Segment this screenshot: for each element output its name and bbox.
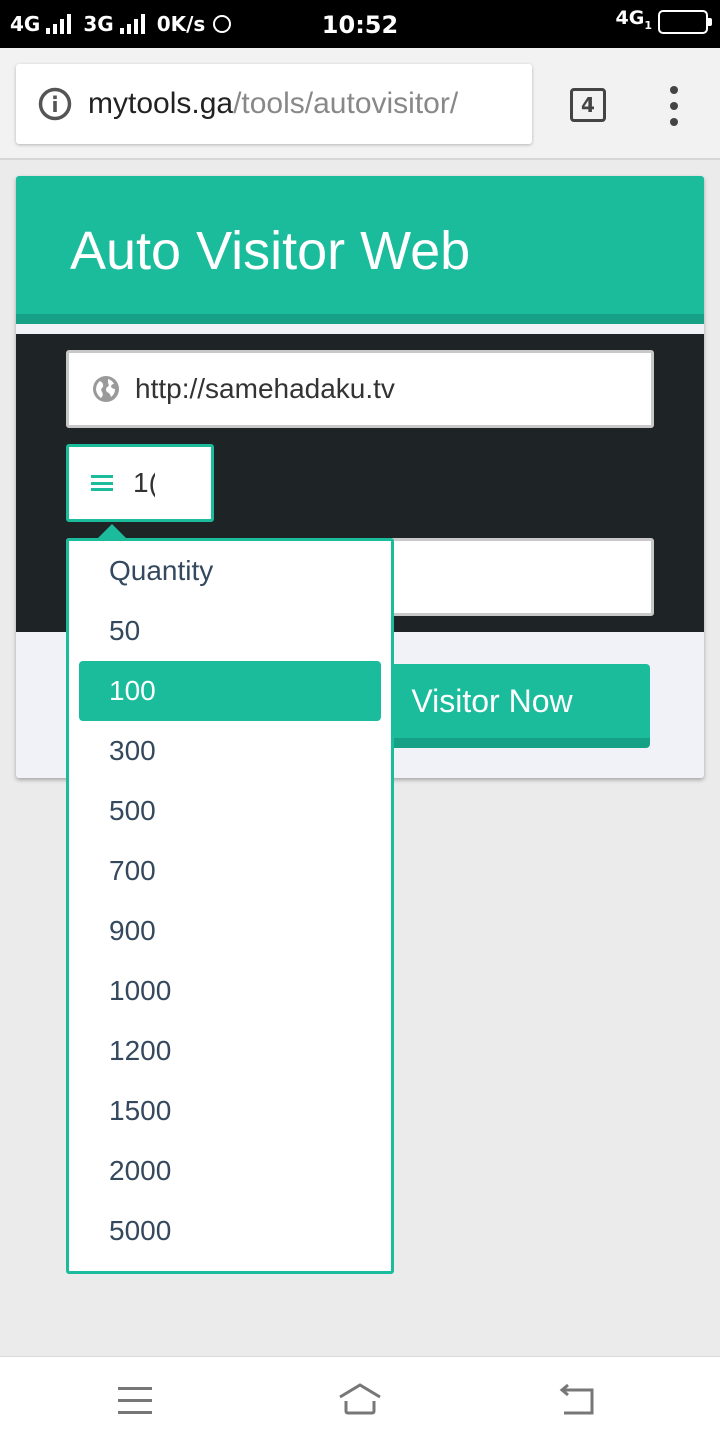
option-50[interactable]: 50	[69, 601, 391, 661]
status-right: 4G1	[615, 7, 712, 36]
url-host: mytools.ga	[88, 87, 234, 120]
card-header: Auto Visitor Web	[16, 176, 704, 324]
option-5000[interactable]: 5000	[69, 1201, 391, 1261]
battery-icon	[658, 9, 712, 34]
browser-toolbar: mytools.ga/tools/autovisitor/ 4	[0, 48, 720, 160]
visitor-now-label: Visitor Now	[411, 682, 573, 719]
option-500[interactable]: 500	[69, 781, 391, 841]
option-1500[interactable]: 1500	[69, 1081, 391, 1141]
network-4g-right: 4G1	[615, 7, 652, 32]
option-2000[interactable]: 2000	[69, 1141, 391, 1201]
page-title: Auto Visitor Web	[70, 221, 471, 281]
home-icon[interactable]	[336, 1381, 384, 1417]
address-bar[interactable]: mytools.ga/tools/autovisitor/	[16, 64, 532, 144]
tab-switcher-button[interactable]: 4	[570, 88, 606, 122]
option-900[interactable]: 900	[69, 901, 391, 961]
globe-icon	[93, 376, 119, 402]
option-quantity[interactable]: Quantity	[69, 541, 391, 601]
quantity-select[interactable]: 1(	[66, 444, 214, 522]
option-300[interactable]: 300	[69, 721, 391, 781]
option-1200[interactable]: 1200	[69, 1021, 391, 1081]
system-nav-bar	[0, 1356, 720, 1440]
menu-icon[interactable]	[118, 1387, 162, 1423]
option-700[interactable]: 700	[69, 841, 391, 901]
url-field-value: http://samehadaku.tv	[135, 373, 395, 404]
option-1000[interactable]: 1000	[69, 961, 391, 1021]
lines-icon	[91, 475, 113, 491]
info-icon[interactable]	[38, 87, 72, 121]
dropdown-caret	[98, 524, 126, 538]
url-path: /tools/autovisitor/	[233, 87, 459, 120]
quantity-dropdown: Quantity 50 100 300 500 700 900 1000 120…	[66, 538, 394, 1274]
clock: 10:52	[321, 11, 399, 39]
back-icon[interactable]	[556, 1381, 600, 1417]
option-100-selected[interactable]: 100	[79, 661, 381, 721]
status-bar: 4G 3G 0K/s 10:52 4G1	[0, 0, 720, 48]
overflow-menu-icon[interactable]	[665, 86, 683, 126]
address-text[interactable]: mytools.ga/tools/autovisitor/	[88, 87, 458, 121]
quantity-select-value: 1(	[133, 467, 155, 498]
url-field[interactable]: http://samehadaku.tv	[66, 350, 654, 428]
